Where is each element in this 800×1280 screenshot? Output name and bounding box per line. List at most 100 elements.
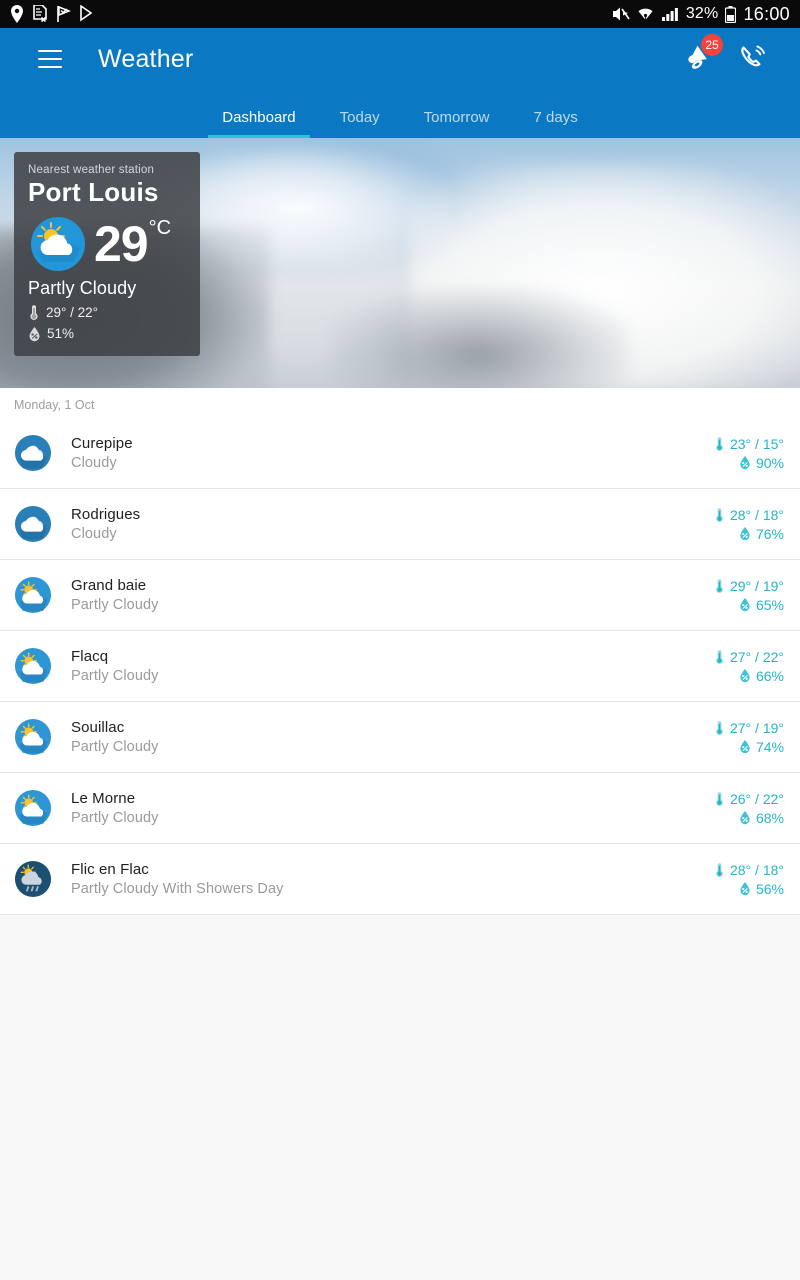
station-humidity: 51% bbox=[47, 326, 75, 342]
row-humidity: 56% bbox=[755, 880, 784, 897]
wifi-icon bbox=[638, 8, 653, 20]
table-row[interactable]: Curepipe Cloudy 23° / 15° 90% bbox=[0, 418, 800, 489]
row-city: Flacq bbox=[71, 648, 109, 665]
nearest-station-card[interactable]: Nearest weather station Port Louis 29 °C… bbox=[14, 152, 200, 356]
table-row[interactable]: Flacq Partly Cloudy 27° / 22° 66% bbox=[0, 631, 800, 702]
station-temp-range-row: 29° / 22° bbox=[28, 304, 186, 321]
tab-dashboard[interactable]: Dashboard bbox=[200, 109, 317, 138]
battery-percent-label: 32% bbox=[685, 5, 719, 22]
row-metrics: 27° / 19° 74% bbox=[714, 720, 784, 755]
status-bar-clock: 16:00 bbox=[743, 3, 790, 24]
tab-7-days[interactable]: 7 days bbox=[512, 109, 600, 138]
row-temp-range: 26° / 22° bbox=[729, 790, 784, 807]
page-title: Weather bbox=[98, 44, 194, 73]
row-condition: Partly Cloudy bbox=[71, 668, 159, 684]
row-humidity-metric: 56% bbox=[739, 881, 784, 897]
row-temp-range: 27° / 22° bbox=[729, 648, 784, 665]
cloudy-icon bbox=[14, 434, 52, 472]
empty-area-below-list bbox=[0, 915, 800, 1280]
row-city: Souillac bbox=[71, 719, 125, 736]
cloudy-icon bbox=[14, 505, 52, 543]
list-date-label: Monday, 1 Oct bbox=[0, 388, 800, 418]
tab-tomorrow[interactable]: Tomorrow bbox=[402, 109, 512, 138]
partly-cloudy-icon bbox=[14, 718, 52, 756]
partly-cloudy-icon bbox=[14, 647, 52, 685]
row-city: Grand baie bbox=[71, 577, 147, 594]
station-temperature-row: 29 °C bbox=[28, 214, 186, 274]
row-metrics: 26° / 22° 68% bbox=[714, 791, 784, 826]
humidity-droplet-icon bbox=[29, 326, 40, 342]
row-temp-range-metric: 28° / 18° bbox=[714, 862, 784, 878]
partly-cloudy-showers-icon bbox=[14, 860, 52, 898]
row-condition: Cloudy bbox=[71, 526, 117, 542]
row-city: Rodrigues bbox=[71, 506, 141, 523]
row-humidity-metric: 68% bbox=[739, 810, 784, 826]
station-temp-range: 29° / 22° bbox=[46, 304, 99, 320]
table-row[interactable]: Rodrigues Cloudy 28° / 18° 76% bbox=[0, 489, 800, 560]
row-humidity: 68% bbox=[755, 809, 784, 826]
signal-icon bbox=[661, 8, 678, 21]
humidity-droplet-icon bbox=[740, 882, 750, 896]
mute-icon bbox=[612, 7, 630, 21]
row-condition: Cloudy bbox=[71, 455, 117, 471]
row-humidity: 66% bbox=[755, 667, 784, 684]
partly-cloudy-icon bbox=[14, 576, 52, 614]
document-x-icon bbox=[33, 5, 47, 23]
partly-cloudy-icon bbox=[14, 789, 52, 827]
station-condition: Partly Cloudy bbox=[28, 277, 137, 298]
row-city: Le Morne bbox=[71, 790, 136, 807]
row-metrics: 28° / 18° 76% bbox=[714, 507, 784, 542]
thermometer-icon bbox=[716, 720, 723, 735]
app-bar-actions: 25 bbox=[680, 34, 784, 76]
row-temp-range: 28° / 18° bbox=[729, 861, 784, 878]
row-temp-range-metric: 28° / 18° bbox=[714, 507, 784, 523]
humidity-droplet-icon bbox=[740, 456, 750, 470]
tab-today[interactable]: Today bbox=[318, 109, 402, 138]
row-humidity-metric: 65% bbox=[739, 597, 784, 613]
row-text-block: Le Morne Partly Cloudy bbox=[71, 790, 159, 826]
row-text-block: Flacq Partly Cloudy bbox=[71, 648, 159, 684]
humidity-droplet-icon bbox=[740, 527, 750, 541]
status-bar: 32% 16:00 bbox=[0, 0, 800, 28]
row-metrics: 29° / 19° 65% bbox=[714, 578, 784, 613]
hero-sky-image: Nearest weather station Port Louis 29 °C… bbox=[0, 138, 800, 388]
row-temp-range: 23° / 15° bbox=[729, 435, 784, 452]
flag-icon bbox=[57, 5, 71, 22]
table-row[interactable]: Le Morne Partly Cloudy 26° / 22° 68% bbox=[0, 773, 800, 844]
station-city-name: Port Louis bbox=[28, 177, 159, 207]
row-city: Curepipe bbox=[71, 435, 133, 452]
table-row[interactable]: Grand baie Partly Cloudy 29° / 19° 65% bbox=[0, 560, 800, 631]
row-metrics: 28° / 18° 56% bbox=[714, 862, 784, 897]
row-condition: Partly Cloudy bbox=[71, 739, 159, 755]
humidity-droplet-icon bbox=[740, 598, 750, 612]
row-text-block: Curepipe Cloudy bbox=[71, 435, 133, 471]
forecast-list: Monday, 1 Oct Curepipe Cloudy 23° / 15° … bbox=[0, 388, 800, 915]
humidity-droplet-icon bbox=[740, 740, 750, 754]
station-humidity-row: 51% bbox=[28, 326, 186, 342]
row-condition: Partly Cloudy bbox=[71, 810, 159, 826]
row-metrics: 27° / 22° 66% bbox=[714, 649, 784, 684]
table-row[interactable]: Souillac Partly Cloudy 27° / 19° 74% bbox=[0, 702, 800, 773]
row-condition: Partly Cloudy bbox=[71, 597, 159, 613]
call-button[interactable] bbox=[736, 42, 770, 76]
row-humidity-metric: 74% bbox=[739, 739, 784, 755]
tab-bar: Dashboard Today Tomorrow 7 days bbox=[0, 90, 800, 138]
row-condition: Partly Cloudy With Showers Day bbox=[71, 881, 284, 897]
announcement-badge: 25 bbox=[701, 34, 723, 56]
row-text-block: Souillac Partly Cloudy bbox=[71, 719, 159, 755]
thermometer-icon bbox=[716, 507, 723, 522]
play-store-icon bbox=[80, 5, 93, 22]
row-temp-range: 29° / 19° bbox=[729, 577, 784, 594]
announcement-button[interactable]: 25 bbox=[680, 34, 723, 76]
row-temp-range-metric: 26° / 22° bbox=[714, 791, 784, 807]
thermometer-icon bbox=[716, 649, 723, 664]
station-card-label: Nearest weather station bbox=[28, 164, 155, 176]
hamburger-menu-icon[interactable] bbox=[28, 37, 72, 81]
row-humidity: 90% bbox=[755, 454, 784, 471]
cloud-shape-lower-center bbox=[330, 288, 630, 388]
row-humidity: 76% bbox=[755, 525, 784, 542]
row-humidity-metric: 66% bbox=[739, 668, 784, 684]
location-icon bbox=[11, 5, 23, 23]
table-row[interactable]: Flic en Flac Partly Cloudy With Showers … bbox=[0, 844, 800, 915]
humidity-droplet-icon bbox=[740, 669, 750, 683]
